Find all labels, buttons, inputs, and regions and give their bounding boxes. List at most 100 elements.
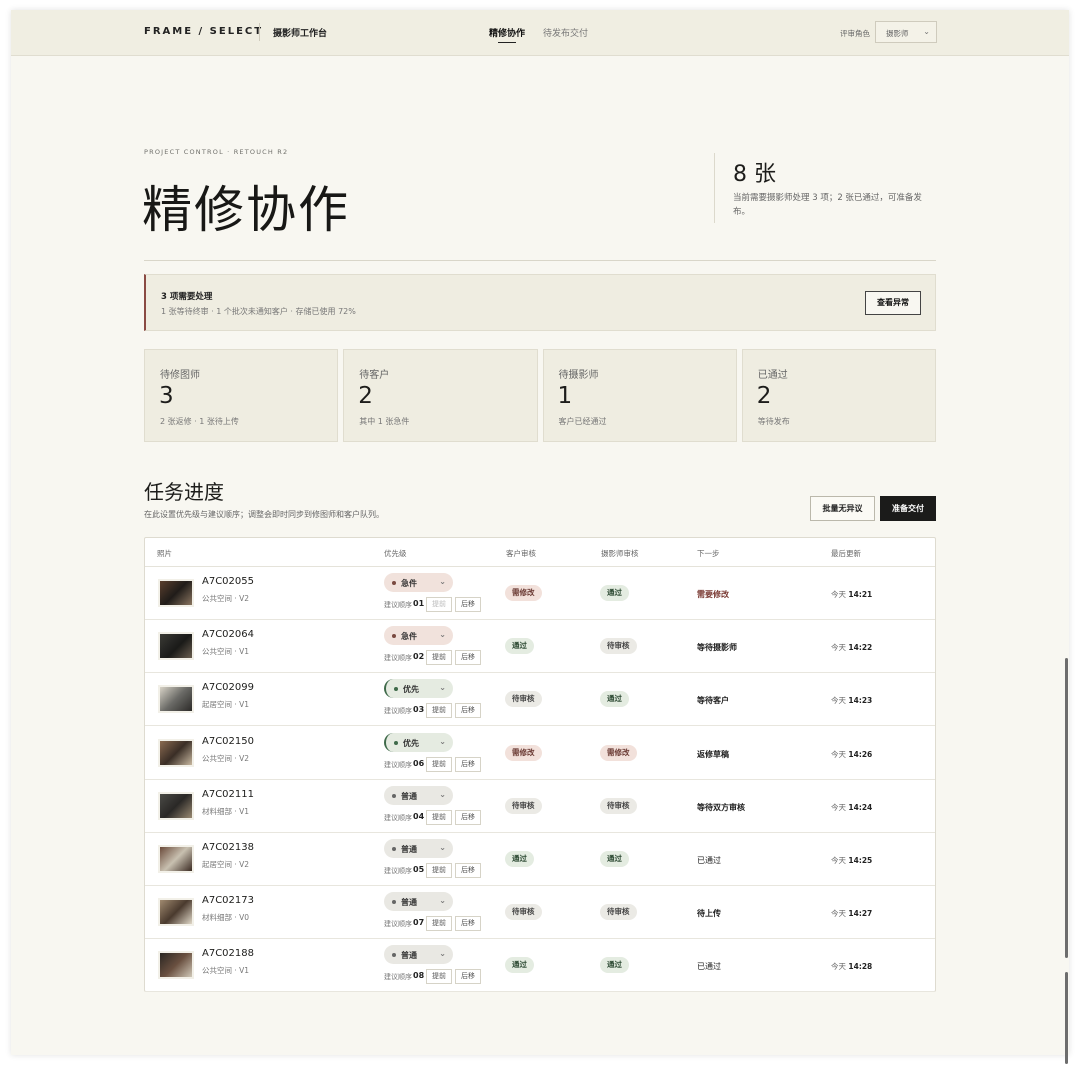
col-photo: 照片 (157, 549, 172, 558)
alert-banner: 3 项需要处理 1 张等待终审 · 1 个批次未通知客户 · 存储已使用 72%… (144, 274, 936, 331)
photo-id[interactable]: A7C02173 (202, 895, 254, 906)
order-number: 08 (413, 971, 425, 981)
updated-day: 今天 (831, 643, 846, 653)
priority-select[interactable]: 急件 ⌄ (384, 573, 453, 592)
priority-value: 普通 (401, 898, 417, 908)
summary-card[interactable]: 待修图师 3 2 张返修 · 1 张待上传 (144, 349, 339, 442)
photo-thumbnail[interactable] (158, 898, 194, 927)
order-label: 建议顺序 (384, 707, 412, 716)
priority-select[interactable]: 普通 ⌄ (384, 892, 453, 912)
table-row[interactable]: A7C02064 公共空间 · V1 急件 ⌄ 建议顺序 02 提前 后移 通过 待审核 等待摄影师… (145, 620, 935, 674)
role-select[interactable]: 摄影师 ⌄ (875, 21, 937, 43)
card-label: 已通过 (757, 370, 788, 381)
move-down-button[interactable]: 后移 (455, 650, 481, 666)
prepare-delivery-button[interactable]: 准备交付 (880, 496, 936, 521)
priority-select[interactable]: 普通 ⌄ (384, 945, 453, 965)
photo-id[interactable]: A7C02055 (202, 576, 254, 587)
move-up-button[interactable]: 提前 (426, 597, 452, 612)
nav-tab-retouch[interactable]: 精修协作 (489, 26, 525, 43)
priority-dot-icon (392, 900, 396, 905)
card-label: 待客户 (359, 370, 390, 381)
card-note: 客户已经通过 (558, 417, 607, 426)
photo-thumbnail[interactable] (158, 632, 194, 661)
priority-dot-icon (394, 740, 398, 745)
move-down-button[interactable]: 后移 (455, 597, 481, 612)
summary-cards: 待修图师 3 2 张返修 · 1 张待上传 待客户 2 其中 1 张急件 待摄影… (144, 349, 936, 442)
client-review-badge: 通过 (505, 851, 534, 867)
photo-count-note: 当前需要摄影师处理 3 项；2 张已通过，可准备发布。 (733, 193, 922, 217)
move-down-button[interactable]: 后移 (455, 756, 481, 772)
priority-select[interactable]: 优先 ⌄ (384, 679, 453, 699)
scrollbar-thumb[interactable] (1065, 658, 1068, 958)
summary-card[interactable]: 待摄影师 1 客户已经通过 (542, 349, 737, 442)
move-down-button[interactable]: 后移 (455, 969, 481, 985)
move-down-button[interactable]: 后移 (455, 916, 481, 932)
photo-id[interactable]: A7C02099 (202, 682, 254, 693)
photo-id[interactable]: A7C02064 (202, 629, 254, 640)
table-row[interactable]: A7C02099 起居空间 · V1 优先 ⌄ 建议顺序 03 提前 后移 待审核 通过 等待客户 今… (145, 673, 935, 727)
updated-day: 今天 (831, 802, 846, 812)
photo-thumbnail[interactable] (158, 738, 194, 767)
table-row[interactable]: A7C02111 材料细部 · V1 普通 ⌄ 建议顺序 04 提前 后移 待审核 待审核 等待双方… (145, 780, 935, 833)
move-down-button[interactable]: 后移 (455, 703, 481, 719)
move-down-button[interactable]: 后移 (455, 863, 481, 878)
move-up-button[interactable]: 提前 (426, 650, 452, 666)
client-review-badge: 待审核 (505, 904, 542, 921)
batch-approve-button[interactable]: 批量无异议 (810, 496, 875, 521)
move-up-button[interactable]: 提前 (426, 809, 452, 825)
summary-card[interactable]: 已通过 2 等待发布 (741, 349, 936, 442)
move-down-button[interactable]: 后移 (455, 809, 481, 825)
col-next-step: 下一步 (697, 549, 720, 558)
priority-select[interactable]: 普通 ⌄ (384, 839, 453, 858)
photographer-review-badge: 待审核 (600, 638, 637, 655)
client-review-badge: 待审核 (505, 797, 542, 814)
photo-thumbnail[interactable] (158, 579, 194, 607)
order-label: 建议顺序 (384, 654, 412, 663)
last-updated: 今天 14:21 (831, 589, 872, 600)
photo-thumbnail[interactable] (158, 845, 194, 873)
photographer-review-badge: 通过 (600, 851, 629, 867)
photo-thumbnail[interactable] (158, 791, 194, 820)
move-up-button[interactable]: 提前 (426, 703, 452, 719)
table-row[interactable]: A7C02055 公共空间 · V2 急件 ⌄ 建议顺序 01 提前 后移 需修改 通过 需要修改 今… (145, 567, 935, 620)
chevron-down-icon: ⌄ (439, 843, 446, 852)
table-row[interactable]: A7C02138 起居空间 · V2 普通 ⌄ 建议顺序 05 提前 后移 通过 通过 已通过 今天 … (145, 833, 935, 886)
photo-thumbnail[interactable] (158, 951, 194, 980)
priority-select[interactable]: 普通 ⌄ (384, 785, 453, 805)
order-label: 建议顺序 (384, 973, 412, 982)
photographer-review-badge: 通过 (600, 585, 629, 601)
priority-dot-icon (392, 847, 396, 851)
order-number: 02 (413, 652, 425, 662)
table-row[interactable]: A7C02150 公共空间 · V2 优先 ⌄ 建议顺序 06 提前 后移 需修改 需修改 返修草稿… (145, 727, 935, 780)
client-review-badge: 需修改 (505, 744, 542, 761)
photo-id[interactable]: A7C02150 (202, 736, 254, 747)
photo-id[interactable]: A7C02188 (202, 948, 254, 959)
photo-id[interactable]: A7C02111 (202, 789, 254, 800)
card-note: 2 张返修 · 1 张待上传 (160, 417, 239, 426)
photo-meta: 材料细部 · V1 (202, 806, 250, 816)
move-up-button[interactable]: 提前 (426, 969, 452, 985)
priority-select[interactable]: 急件 ⌄ (384, 626, 453, 646)
summary-card[interactable]: 待客户 2 其中 1 张急件 (343, 349, 538, 442)
view-exceptions-button[interactable]: 查看异常 (865, 291, 921, 315)
table-row[interactable]: A7C02173 材料细部 · V0 普通 ⌄ 建议顺序 07 提前 后移 待审核 待审核 待上传 今… (145, 886, 935, 940)
next-step: 已通过 (697, 856, 721, 865)
updated-day: 今天 (831, 696, 846, 706)
card-label: 待修图师 (160, 370, 200, 381)
photo-thumbnail[interactable] (158, 685, 194, 714)
photo-id[interactable]: A7C02138 (202, 842, 254, 853)
col-photographer-review: 摄影师审核 (601, 549, 639, 558)
scrollbar-track-end (1065, 972, 1068, 1064)
priority-select[interactable]: 优先 ⌄ (384, 732, 453, 752)
brand-logo[interactable]: FRAME / SELECT (144, 26, 263, 37)
move-up-button[interactable]: 提前 (426, 916, 452, 932)
table-row[interactable]: A7C02188 公共空间 · V1 普通 ⌄ 建议顺序 08 提前 后移 通过 通过 已通过 今天 … (145, 939, 935, 993)
updated-day: 今天 (831, 590, 846, 599)
card-count: 1 (557, 383, 573, 409)
priority-dot-icon (392, 634, 396, 639)
priority-dot-icon (394, 687, 398, 692)
card-note: 其中 1 张急件 (359, 417, 410, 426)
nav-tab-delivery[interactable]: 待发布交付 (543, 26, 588, 39)
move-up-button[interactable]: 提前 (426, 863, 452, 878)
move-up-button[interactable]: 提前 (426, 756, 452, 772)
